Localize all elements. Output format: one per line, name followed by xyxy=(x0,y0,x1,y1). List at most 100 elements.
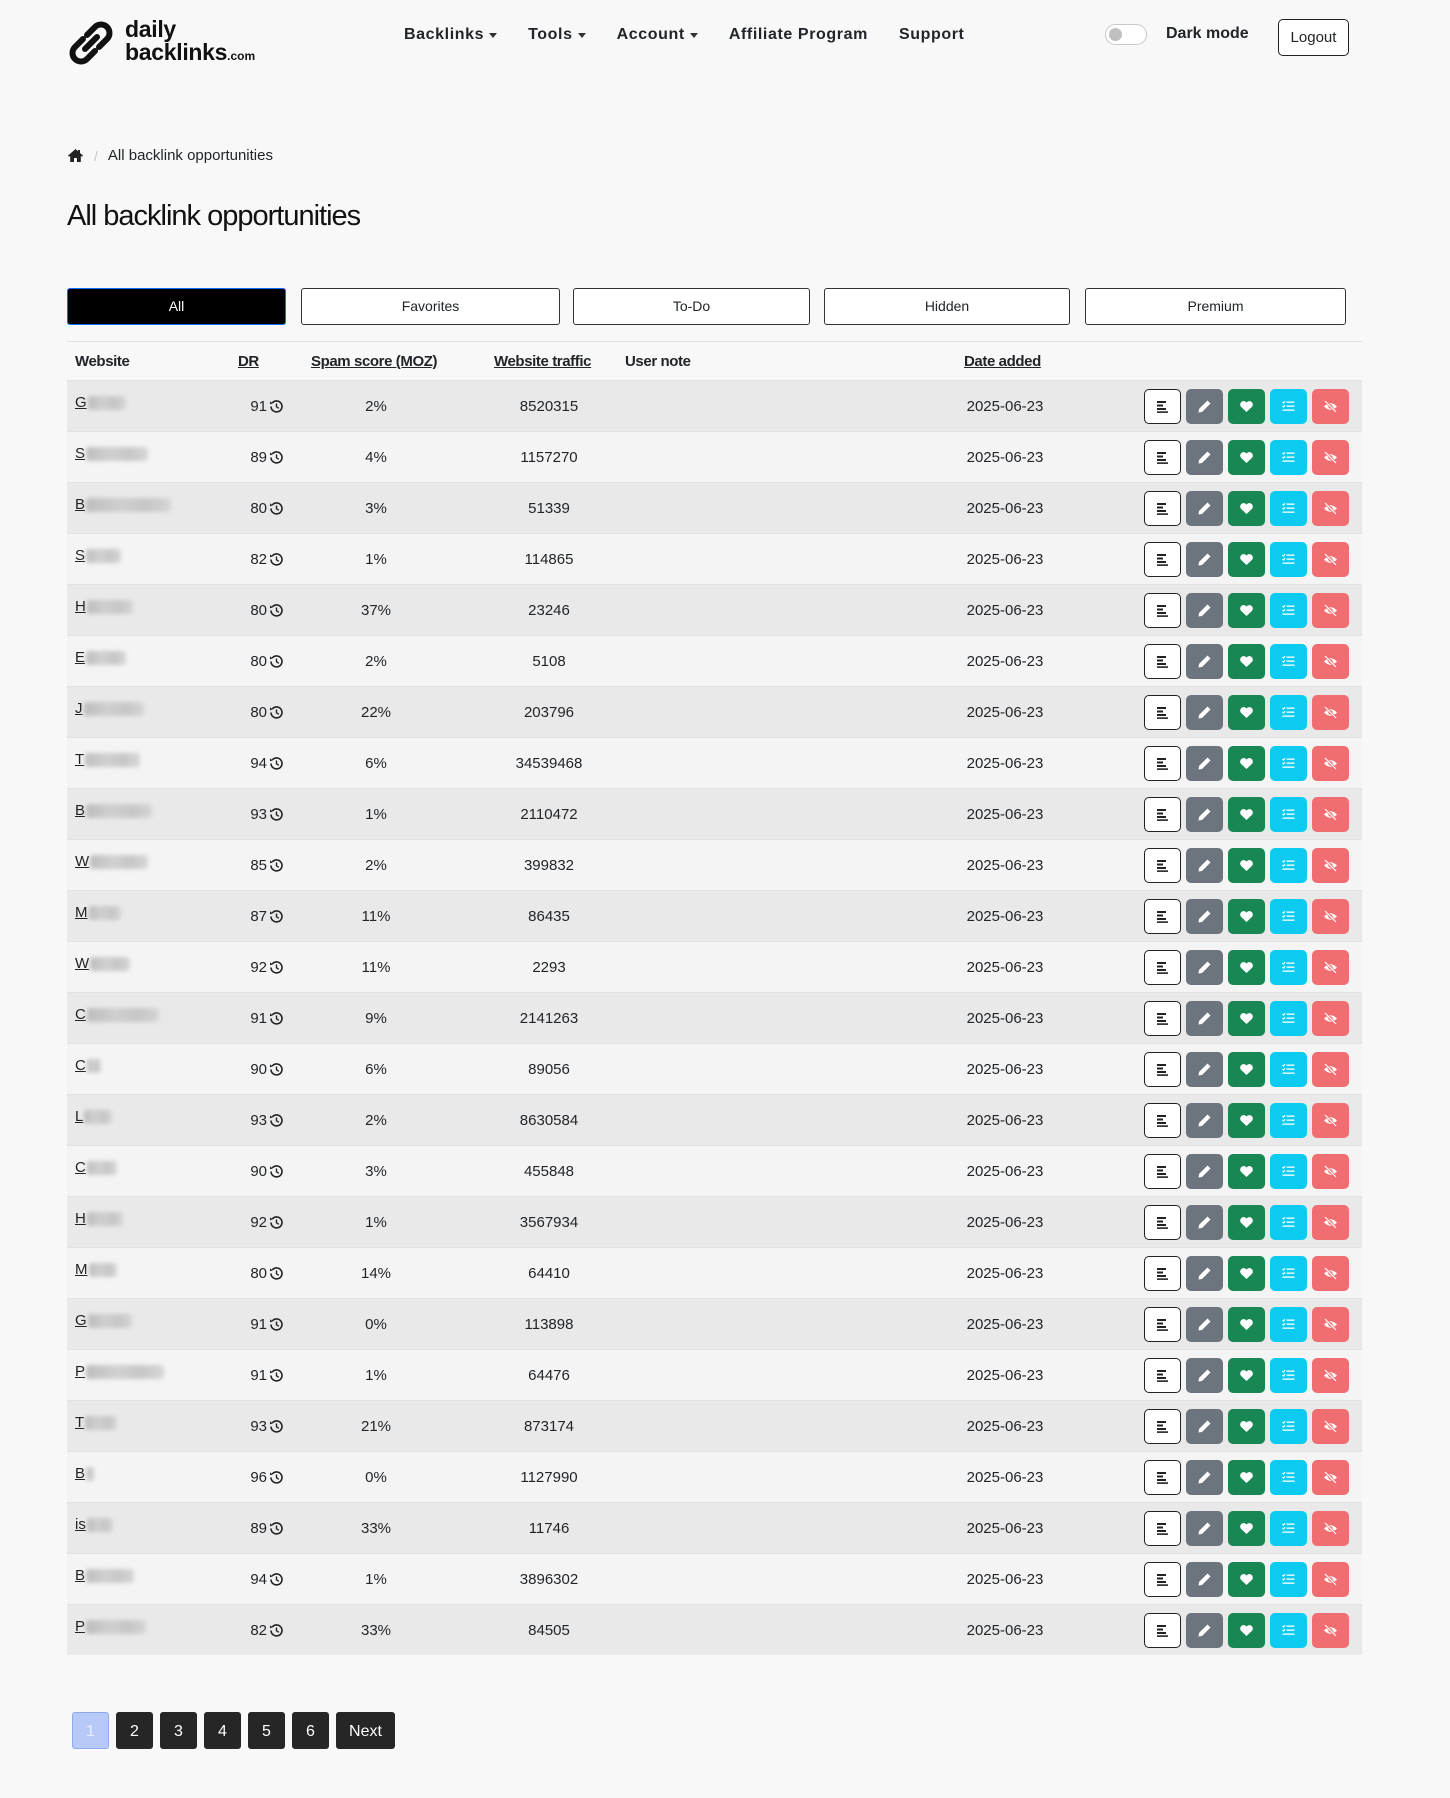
details-button[interactable] xyxy=(1144,1613,1181,1648)
history-icon[interactable] xyxy=(269,705,284,720)
history-icon[interactable] xyxy=(269,1215,284,1230)
todo-button[interactable] xyxy=(1270,1460,1307,1495)
favorite-button[interactable] xyxy=(1228,1103,1265,1138)
nav-tools[interactable]: Tools xyxy=(528,26,586,44)
website-link[interactable]: C xyxy=(75,1006,159,1023)
website-link[interactable]: H xyxy=(75,1210,123,1227)
hide-button[interactable] xyxy=(1312,848,1349,883)
todo-button[interactable] xyxy=(1270,542,1307,577)
history-icon[interactable] xyxy=(269,960,284,975)
website-link[interactable]: B xyxy=(75,1567,135,1584)
details-button[interactable] xyxy=(1144,1511,1181,1546)
history-icon[interactable] xyxy=(269,1419,284,1434)
todo-button[interactable] xyxy=(1270,1562,1307,1597)
history-icon[interactable] xyxy=(269,501,284,516)
edit-note-button[interactable] xyxy=(1186,1511,1223,1546)
col-date-added[interactable]: Date added xyxy=(964,353,1041,370)
hide-button[interactable] xyxy=(1312,797,1349,832)
edit-note-button[interactable] xyxy=(1186,593,1223,628)
edit-note-button[interactable] xyxy=(1186,1613,1223,1648)
website-link[interactable]: S xyxy=(75,547,122,564)
nav-affiliate-program[interactable]: Affiliate Program xyxy=(729,26,868,44)
website-link[interactable]: W xyxy=(75,955,131,972)
details-button[interactable] xyxy=(1144,389,1181,424)
edit-note-button[interactable] xyxy=(1186,1358,1223,1393)
details-button[interactable] xyxy=(1144,1052,1181,1087)
details-button[interactable] xyxy=(1144,950,1181,985)
details-button[interactable] xyxy=(1144,797,1181,832)
website-link[interactable]: G xyxy=(75,394,126,411)
website-link[interactable]: P xyxy=(75,1363,165,1380)
logo-link[interactable]: daily backlinks.com xyxy=(66,18,255,68)
nav-support[interactable]: Support xyxy=(899,26,965,44)
history-icon[interactable] xyxy=(269,1062,284,1077)
page-3-button[interactable]: 3 xyxy=(160,1712,197,1749)
details-button[interactable] xyxy=(1144,542,1181,577)
website-link[interactable]: W xyxy=(75,853,149,870)
favorite-button[interactable] xyxy=(1228,1358,1265,1393)
page-4-button[interactable]: 4 xyxy=(204,1712,241,1749)
dark-mode-toggle[interactable] xyxy=(1105,24,1147,45)
website-link[interactable]: E xyxy=(75,649,127,666)
todo-button[interactable] xyxy=(1270,1052,1307,1087)
favorite-button[interactable] xyxy=(1228,1409,1265,1444)
hide-button[interactable] xyxy=(1312,491,1349,526)
edit-note-button[interactable] xyxy=(1186,695,1223,730)
todo-button[interactable] xyxy=(1270,1001,1307,1036)
details-button[interactable] xyxy=(1144,746,1181,781)
tab-hidden[interactable]: Hidden xyxy=(824,288,1070,325)
edit-note-button[interactable] xyxy=(1186,542,1223,577)
favorite-button[interactable] xyxy=(1228,1613,1265,1648)
favorite-button[interactable] xyxy=(1228,389,1265,424)
todo-button[interactable] xyxy=(1270,440,1307,475)
edit-note-button[interactable] xyxy=(1186,1052,1223,1087)
todo-button[interactable] xyxy=(1270,1358,1307,1393)
tab-all[interactable]: All xyxy=(67,288,286,325)
history-icon[interactable] xyxy=(269,1113,284,1128)
details-button[interactable] xyxy=(1144,1256,1181,1291)
details-button[interactable] xyxy=(1144,644,1181,679)
favorite-button[interactable] xyxy=(1228,746,1265,781)
edit-note-button[interactable] xyxy=(1186,746,1223,781)
col-spam-score[interactable]: Spam score (MOZ) xyxy=(311,353,438,370)
favorite-button[interactable] xyxy=(1228,491,1265,526)
nav-backlinks[interactable]: Backlinks xyxy=(404,26,498,44)
website-link[interactable]: P xyxy=(75,1618,147,1635)
todo-button[interactable] xyxy=(1270,491,1307,526)
website-link[interactable]: G xyxy=(75,1312,132,1329)
edit-note-button[interactable] xyxy=(1186,440,1223,475)
edit-note-button[interactable] xyxy=(1186,848,1223,883)
hide-button[interactable] xyxy=(1312,1205,1349,1240)
edit-note-button[interactable] xyxy=(1186,1460,1223,1495)
history-icon[interactable] xyxy=(269,1368,284,1383)
hide-button[interactable] xyxy=(1312,542,1349,577)
hide-button[interactable] xyxy=(1312,1256,1349,1291)
tab-to-do[interactable]: To-Do xyxy=(573,288,810,325)
website-link[interactable]: T xyxy=(75,1414,118,1431)
favorite-button[interactable] xyxy=(1228,593,1265,628)
details-button[interactable] xyxy=(1144,440,1181,475)
todo-button[interactable] xyxy=(1270,1103,1307,1138)
details-button[interactable] xyxy=(1144,1307,1181,1342)
hide-button[interactable] xyxy=(1312,1154,1349,1189)
history-icon[interactable] xyxy=(269,1521,284,1536)
favorite-button[interactable] xyxy=(1228,542,1265,577)
todo-button[interactable] xyxy=(1270,1511,1307,1546)
website-link[interactable]: H xyxy=(75,598,133,615)
details-button[interactable] xyxy=(1144,1358,1181,1393)
history-icon[interactable] xyxy=(269,858,284,873)
details-button[interactable] xyxy=(1144,1103,1181,1138)
history-icon[interactable] xyxy=(269,807,284,822)
details-button[interactable] xyxy=(1144,848,1181,883)
hide-button[interactable] xyxy=(1312,389,1349,424)
favorite-button[interactable] xyxy=(1228,1052,1265,1087)
history-icon[interactable] xyxy=(269,450,284,465)
todo-button[interactable] xyxy=(1270,1613,1307,1648)
website-link[interactable]: T xyxy=(75,751,141,768)
todo-button[interactable] xyxy=(1270,389,1307,424)
history-icon[interactable] xyxy=(269,552,284,567)
hide-button[interactable] xyxy=(1312,746,1349,781)
hide-button[interactable] xyxy=(1312,1358,1349,1393)
favorite-button[interactable] xyxy=(1228,1562,1265,1597)
edit-note-button[interactable] xyxy=(1186,1154,1223,1189)
